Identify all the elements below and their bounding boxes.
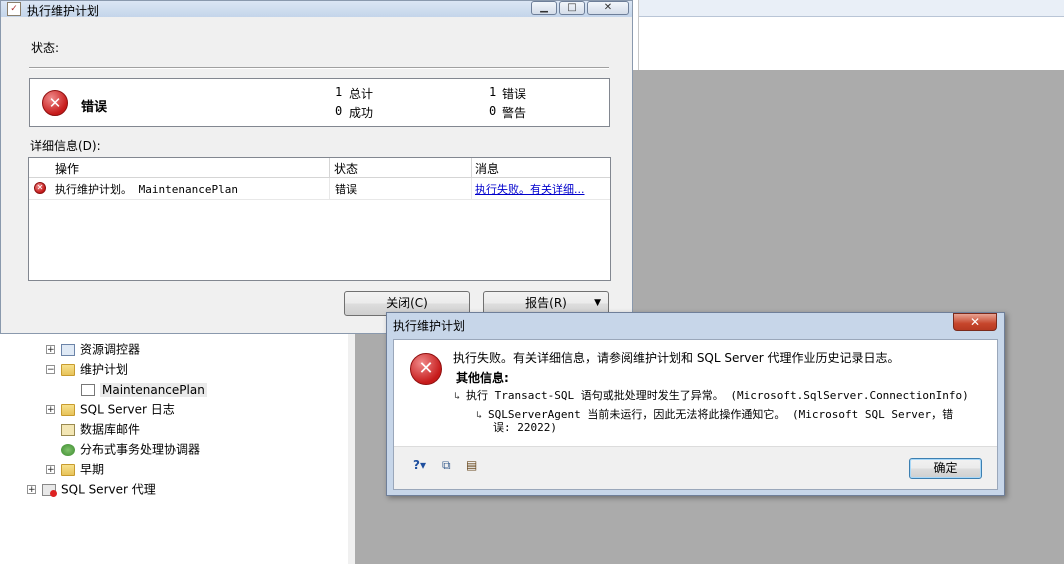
total-count: 1 — [335, 85, 343, 99]
row-action: 执行维护计划。 MaintenancePlan — [55, 183, 238, 196]
expand-icon[interactable]: + — [46, 465, 55, 475]
divider — [29, 67, 609, 69]
grid-header: 操作 状态 消息 — [29, 158, 610, 178]
indent-arrow-icon: ↳ — [476, 410, 483, 421]
resource-governor-icon — [61, 343, 75, 356]
maximize-button[interactable]: □ — [559, 1, 585, 15]
folder-icon — [61, 403, 75, 416]
help-icon[interactable]: ?▾ — [413, 458, 426, 472]
expand-icon[interactable]: + — [46, 405, 55, 415]
row-status: 错误 — [335, 183, 357, 196]
close-window-button[interactable]: ✕ — [953, 313, 997, 331]
tree-item-sql-server-agent[interactable]: + SQL Server 代理 — [27, 480, 156, 498]
error-count: 1 — [489, 85, 497, 99]
document-area-header — [638, 0, 1064, 70]
error-icon: ✕ — [42, 90, 68, 116]
error-message: 执行失败。有关详细信息，请参阅维护计划和 SQL Server 代理作业历史记录… — [453, 351, 900, 365]
expand-icon[interactable]: + — [27, 485, 36, 495]
copy-icon[interactable]: ⧉ — [442, 458, 451, 472]
error-detail-line-wrap: 误: 22022) — [493, 421, 557, 434]
collapse-icon[interactable]: − — [46, 365, 55, 375]
error-icon: ✕ — [410, 353, 442, 385]
execute-maintenance-plan-dialog: ✓ 执行维护计划 ▁ □ ✕ 状态: ✕ 错误 1 总计 0 成功 1 错误 0… — [0, 0, 633, 334]
row-message-link[interactable]: 执行失败。有关详细... — [475, 181, 585, 197]
dialog-title: 执行维护计划 — [27, 4, 100, 18]
tree-item-legacy[interactable]: + 早期 — [46, 460, 104, 478]
tree-item-maintenance-plans[interactable]: − 维护计划 — [46, 360, 128, 378]
technical-details-icon[interactable]: ▤ — [466, 458, 477, 472]
expand-icon[interactable]: + — [46, 345, 55, 355]
tree-item-dtc[interactable]: 分布式事务处理协调器 — [61, 440, 200, 458]
success-label: 成功 — [349, 106, 374, 120]
table-row[interactable]: ✕ 执行维护计划。 MaintenancePlan 错误 执行失败。有关详细..… — [29, 178, 610, 200]
dialog-title: 执行维护计划 — [393, 319, 466, 333]
total-label: 总计 — [349, 87, 374, 101]
report-button-label: 报告(R) — [525, 296, 567, 310]
tree-item-database-mail[interactable]: 数据库邮件 — [61, 420, 140, 438]
maintenance-plan-icon: ✓ — [7, 2, 21, 16]
dtc-icon — [61, 443, 75, 456]
status-value: 错误 — [81, 100, 108, 115]
title-bar[interactable]: ✓ 执行维护计划 ▁ □ ✕ — [1, 1, 632, 18]
tree-item-maintenance-plan[interactable]: MaintenancePlan — [81, 380, 207, 398]
error-icon: ✕ — [34, 182, 46, 194]
success-count: 0 — [335, 104, 343, 118]
column-header-status[interactable]: 状态 — [334, 160, 358, 177]
error-label: 错误 — [502, 87, 527, 101]
database-mail-icon — [61, 423, 75, 436]
other-info-label: 其他信息: — [456, 371, 509, 385]
details-label: 详细信息(D): — [30, 139, 101, 153]
message-content: ✕ 执行失败。有关详细信息，请参阅维护计划和 SQL Server 代理作业历史… — [394, 340, 997, 447]
column-header-message[interactable]: 消息 — [475, 160, 499, 177]
column-header-action[interactable]: 操作 — [55, 160, 79, 177]
tree-item-resource-governor[interactable]: + 资源调控器 — [46, 340, 140, 358]
status-summary: ✕ 错误 1 总计 0 成功 1 错误 0 警告 — [29, 78, 610, 127]
details-grid: 操作 状态 消息 ✕ 执行维护计划。 MaintenancePlan 错误 执行… — [28, 157, 611, 281]
indent-arrow-icon: ↳ — [454, 391, 461, 402]
folder-icon — [61, 463, 75, 476]
ok-button[interactable]: 确定 — [909, 458, 982, 479]
status-label: 状态: — [31, 41, 60, 55]
sql-agent-icon — [42, 483, 57, 497]
error-detail-line: ↳ 执行 Transact-SQL 语句或批处理时发生了异常。 (Microsof… — [454, 389, 969, 402]
minimize-button[interactable]: ▁ — [531, 1, 557, 15]
warning-label: 警告 — [502, 106, 527, 120]
tree-item-sql-server-logs[interactable]: + SQL Server 日志 — [46, 400, 175, 418]
message-box-body: ✕ 执行失败。有关详细信息，请参阅维护计划和 SQL Server 代理作业历史… — [393, 339, 998, 490]
warning-count: 0 — [489, 104, 497, 118]
error-message-box: 执行维护计划 ✕ ✕ 执行失败。有关详细信息，请参阅维护计划和 SQL Serv… — [386, 312, 1005, 496]
folder-icon — [61, 363, 75, 376]
close-window-button[interactable]: ✕ — [587, 1, 629, 15]
maintenance-plan-icon — [81, 383, 95, 396]
